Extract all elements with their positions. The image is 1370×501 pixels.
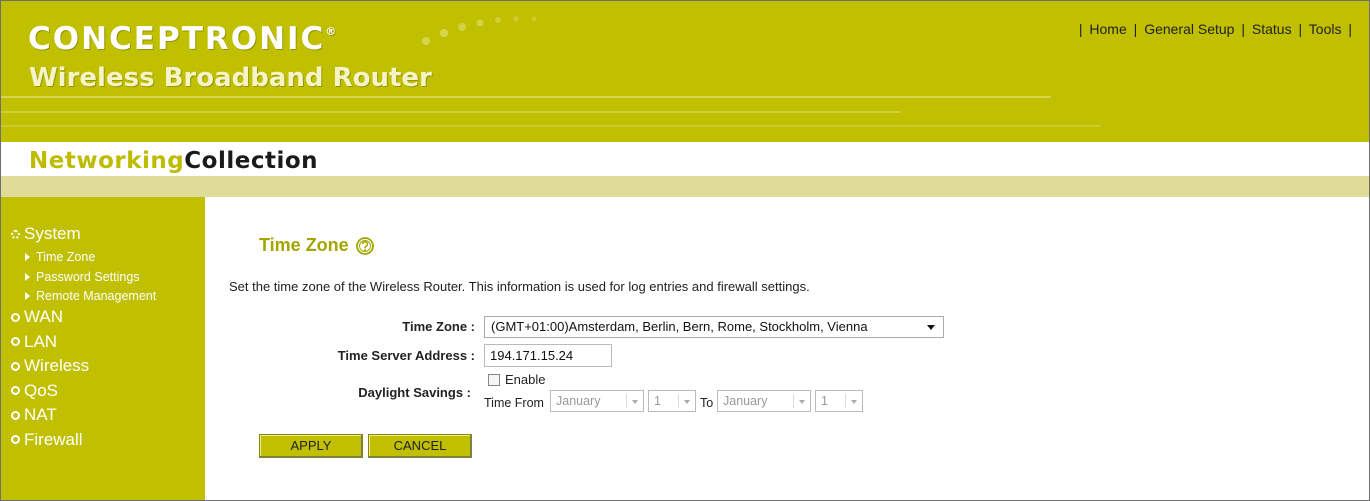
product-subtitle: Wireless Broadband Router — [29, 63, 432, 93]
to-day-value: 1 — [821, 394, 828, 408]
collection-logo: NetworkingCollection — [29, 148, 318, 174]
sidebar-item-qos[interactable]: QoS — [11, 380, 156, 402]
sidebar-item-system[interactable]: System — [11, 223, 156, 245]
top-navigation: | Home | General Setup | Status | Tools … — [1076, 21, 1355, 37]
to-day-select[interactable]: 1 — [815, 390, 863, 412]
page-description: Set the time zone of the Wireless Router… — [229, 279, 810, 294]
dropdown-arrow-icon — [632, 400, 638, 404]
apply-button[interactable]: APPLY — [259, 434, 363, 458]
sidebar-item-label: System — [24, 224, 81, 243]
time-zone-select[interactable]: (GMT+01:00)Amsterdam, Berlin, Bern, Rome… — [484, 316, 944, 338]
radio-bullet-icon — [11, 410, 20, 420]
time-from-label: Time From — [484, 396, 544, 410]
to-month-select[interactable]: January — [717, 390, 811, 412]
collection-part1: Networking — [29, 148, 185, 174]
brand-logo: CONCEPTRONIC® — [28, 21, 336, 57]
sidebar-subitem-label: Password Settings — [36, 269, 140, 284]
daylight-savings-label: Daylight Savings : — [358, 385, 471, 400]
sidebar-subitem-label: Remote Management — [36, 289, 157, 304]
triangle-right-icon — [25, 253, 30, 262]
sidebar-menu: System Time Zone Password Settings Remot… — [11, 223, 156, 453]
from-day-select[interactable]: 1 — [648, 390, 696, 412]
nav-separator: | — [1078, 21, 1083, 37]
sidebar-item-label: NAT — [24, 405, 57, 424]
collection-part2: Collection — [184, 148, 319, 174]
time-zone-selected-value: (GMT+01:00)Amsterdam, Berlin, Bern, Rome… — [491, 319, 868, 334]
nav-home-link[interactable]: Home — [1089, 21, 1126, 37]
sidebar-item-wan[interactable]: WAN — [11, 306, 156, 328]
nav-tools-link[interactable]: Tools — [1309, 21, 1342, 37]
header-banner: CONCEPTRONIC® Wireless Broadband Router … — [1, 1, 1369, 142]
dropdown-arrow-icon — [799, 400, 805, 404]
from-month-value: January — [556, 394, 601, 408]
sidebar-item-label: LAN — [24, 331, 58, 351]
sidebar-subitem-remote-management[interactable]: Remote Management — [11, 287, 156, 307]
radio-bullet-icon — [11, 312, 20, 322]
page-title-text: Time Zone — [259, 235, 349, 255]
dropdown-arrow-icon — [927, 325, 935, 330]
router-page: CONCEPTRONIC® Wireless Broadband Router … — [0, 0, 1370, 501]
time-zone-label: Time Zone : — [402, 319, 475, 334]
radio-bullet-icon — [11, 386, 20, 395]
sidebar-subitem-label: Time Zone — [36, 250, 96, 265]
sidebar-item-firewall[interactable]: Firewall — [11, 429, 156, 451]
sidebar-subitem-password-settings[interactable]: Password Settings — [11, 267, 156, 287]
radio-bullet-icon — [11, 229, 20, 239]
brand-text: CONCEPTRONIC — [28, 21, 326, 57]
nav-separator: | — [1133, 21, 1138, 37]
triangle-right-icon — [25, 272, 30, 281]
page-title: Time Zone — [259, 235, 375, 256]
triangle-right-icon — [25, 292, 30, 301]
cancel-button[interactable]: CANCEL — [368, 434, 472, 458]
nav-status-link[interactable]: Status — [1252, 21, 1292, 37]
sidebar-item-wireless[interactable]: Wireless — [11, 355, 156, 377]
collection-bar: NetworkingCollection — [1, 142, 1369, 176]
daylight-enable-checkbox[interactable] — [488, 374, 500, 386]
sidebar: System Time Zone Password Settings Remot… — [1, 197, 205, 500]
sidebar-item-label: Firewall — [24, 429, 83, 449]
main-content: Time Zone Set the time zone of the Wirel… — [205, 197, 1369, 500]
sidebar-item-label: Wireless — [24, 356, 90, 375]
sidebar-item-nat[interactable]: NAT — [11, 404, 156, 426]
radio-bullet-icon — [11, 435, 20, 444]
time-server-input[interactable] — [484, 344, 612, 367]
sidebar-item-lan[interactable]: LAN — [11, 331, 156, 353]
sidebar-subitem-time-zone[interactable]: Time Zone — [11, 248, 156, 268]
radio-bullet-icon — [11, 361, 20, 371]
help-circle-icon[interactable] — [355, 236, 375, 256]
sidebar-item-label: QoS — [24, 380, 59, 400]
from-day-value: 1 — [654, 394, 661, 408]
nav-separator: | — [1241, 21, 1246, 37]
time-server-label: Time Server Address : — [337, 348, 475, 363]
nav-separator: | — [1298, 21, 1303, 37]
brand-registered-mark: ® — [325, 25, 337, 38]
dropdown-arrow-icon — [684, 400, 690, 404]
divider-band — [1, 176, 1369, 197]
dropdown-arrow-icon — [851, 400, 857, 404]
to-month-value: January — [723, 394, 768, 408]
sidebar-item-label: WAN — [24, 307, 64, 326]
decorative-dots-icon — [422, 16, 537, 45]
nav-general-setup-link[interactable]: General Setup — [1144, 21, 1234, 37]
to-label: To — [700, 396, 714, 410]
nav-separator: | — [1348, 21, 1352, 37]
radio-bullet-icon — [11, 337, 20, 346]
enable-label: Enable — [505, 372, 546, 387]
from-month-select[interactable]: January — [550, 390, 644, 412]
